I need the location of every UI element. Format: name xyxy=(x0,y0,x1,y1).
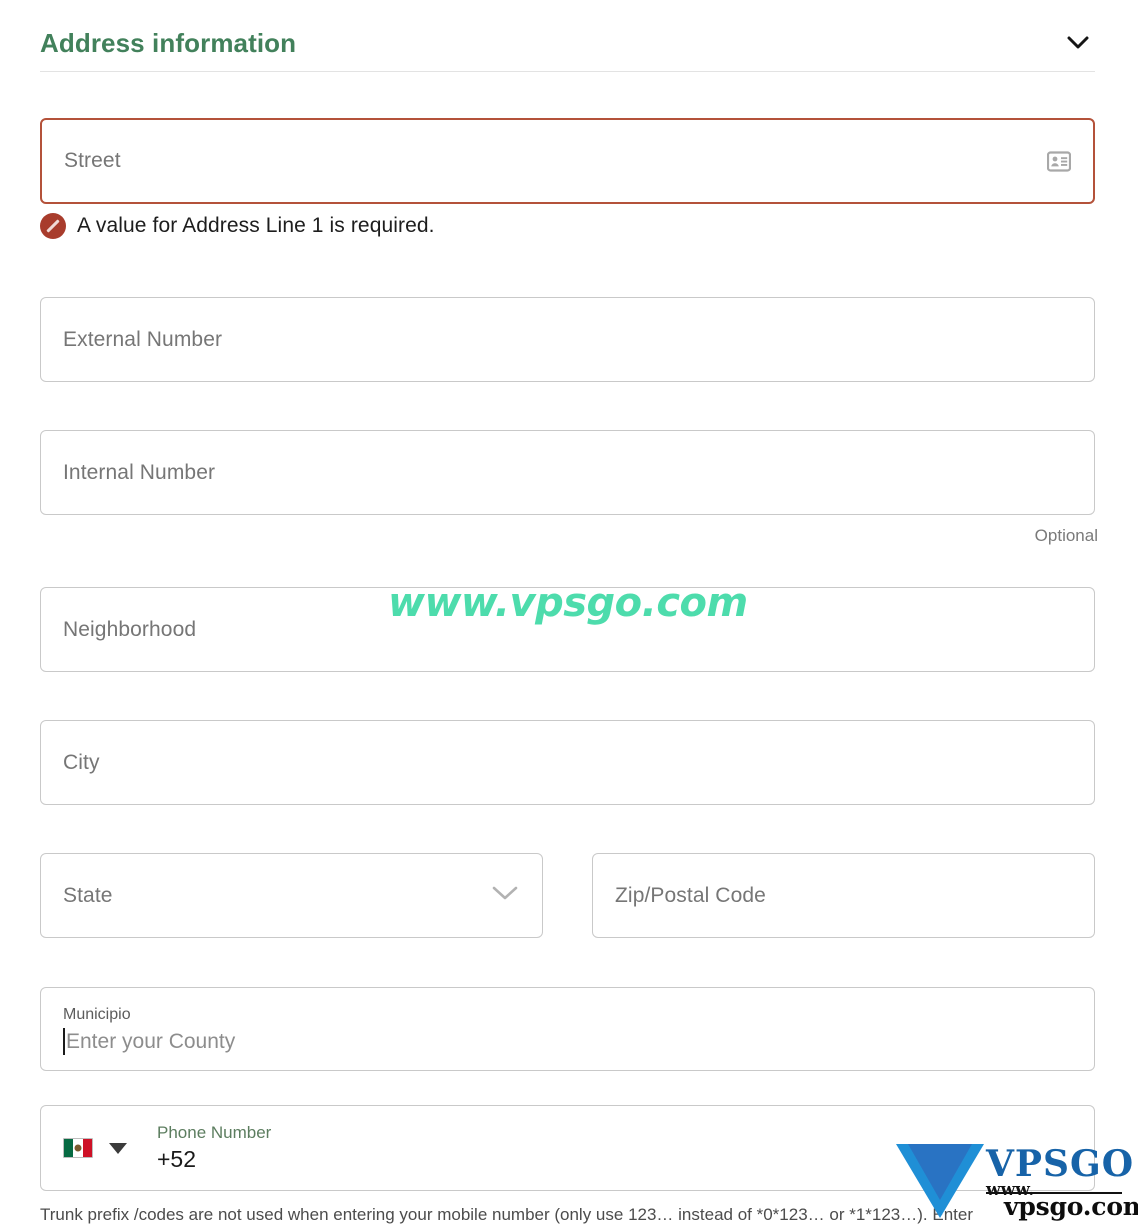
flag-band-red xyxy=(82,1139,92,1157)
phone-texts: Phone Number +52 xyxy=(157,1122,271,1174)
chevron-down-icon xyxy=(1067,36,1089,48)
city-placeholder: City xyxy=(63,750,100,774)
phone-number-field[interactable]: Phone Number +52 xyxy=(40,1105,1095,1191)
watermark-rule xyxy=(986,1192,1122,1194)
page-title: Address information xyxy=(40,27,297,58)
neighborhood-input[interactable]: Neighborhood xyxy=(40,587,1095,672)
street-input[interactable]: Street xyxy=(40,118,1095,204)
address-card-icon[interactable] xyxy=(1047,150,1071,172)
municipio-value-wrap: Enter your County xyxy=(63,1028,1072,1056)
mexico-flag-icon[interactable] xyxy=(63,1138,93,1158)
municipio-label: Municipio xyxy=(63,1005,131,1023)
internal-number-input[interactable]: Internal Number xyxy=(40,430,1095,515)
state-dropdown-icon[interactable] xyxy=(492,886,518,906)
street-error-row: A value for Address Line 1 is required. xyxy=(40,213,435,239)
phone-format-note: Trunk prefix /codes are not used when en… xyxy=(40,1205,973,1224)
internal-number-optional-hint: Optional xyxy=(1034,526,1098,545)
street-error-message: A value for Address Line 1 is required. xyxy=(77,214,435,237)
external-number-input[interactable]: External Number xyxy=(40,297,1095,382)
state-select[interactable]: State xyxy=(40,853,543,938)
section-header: Address information xyxy=(40,14,1095,72)
text-cursor xyxy=(63,1028,65,1056)
country-code-dropdown-icon[interactable] xyxy=(109,1142,127,1154)
municipio-input[interactable]: Municipio Enter your County xyxy=(40,987,1095,1071)
zip-input[interactable]: Zip/Postal Code xyxy=(592,853,1095,938)
phone-number-value: +52 xyxy=(157,1146,197,1173)
city-input[interactable]: City xyxy=(40,720,1095,805)
chevron-down-icon xyxy=(492,886,518,899)
section-collapse-toggle[interactable] xyxy=(1061,26,1095,60)
phone-number-label: Phone Number xyxy=(157,1123,272,1143)
address-form-page: Address information Street A value for A… xyxy=(0,0,1138,1224)
ban-icon xyxy=(40,213,66,239)
flag-emblem xyxy=(74,1144,82,1152)
external-number-placeholder: External Number xyxy=(63,327,223,351)
flag-band-green xyxy=(64,1139,74,1157)
address-card-glyph xyxy=(1047,150,1071,172)
street-placeholder: Street xyxy=(64,149,121,172)
zip-placeholder: Zip/Postal Code xyxy=(615,883,766,907)
internal-number-placeholder: Internal Number xyxy=(63,460,216,484)
neighborhood-placeholder: Neighborhood xyxy=(63,617,197,641)
state-placeholder: State xyxy=(63,883,113,907)
municipio-placeholder: Enter your County xyxy=(66,1029,236,1053)
